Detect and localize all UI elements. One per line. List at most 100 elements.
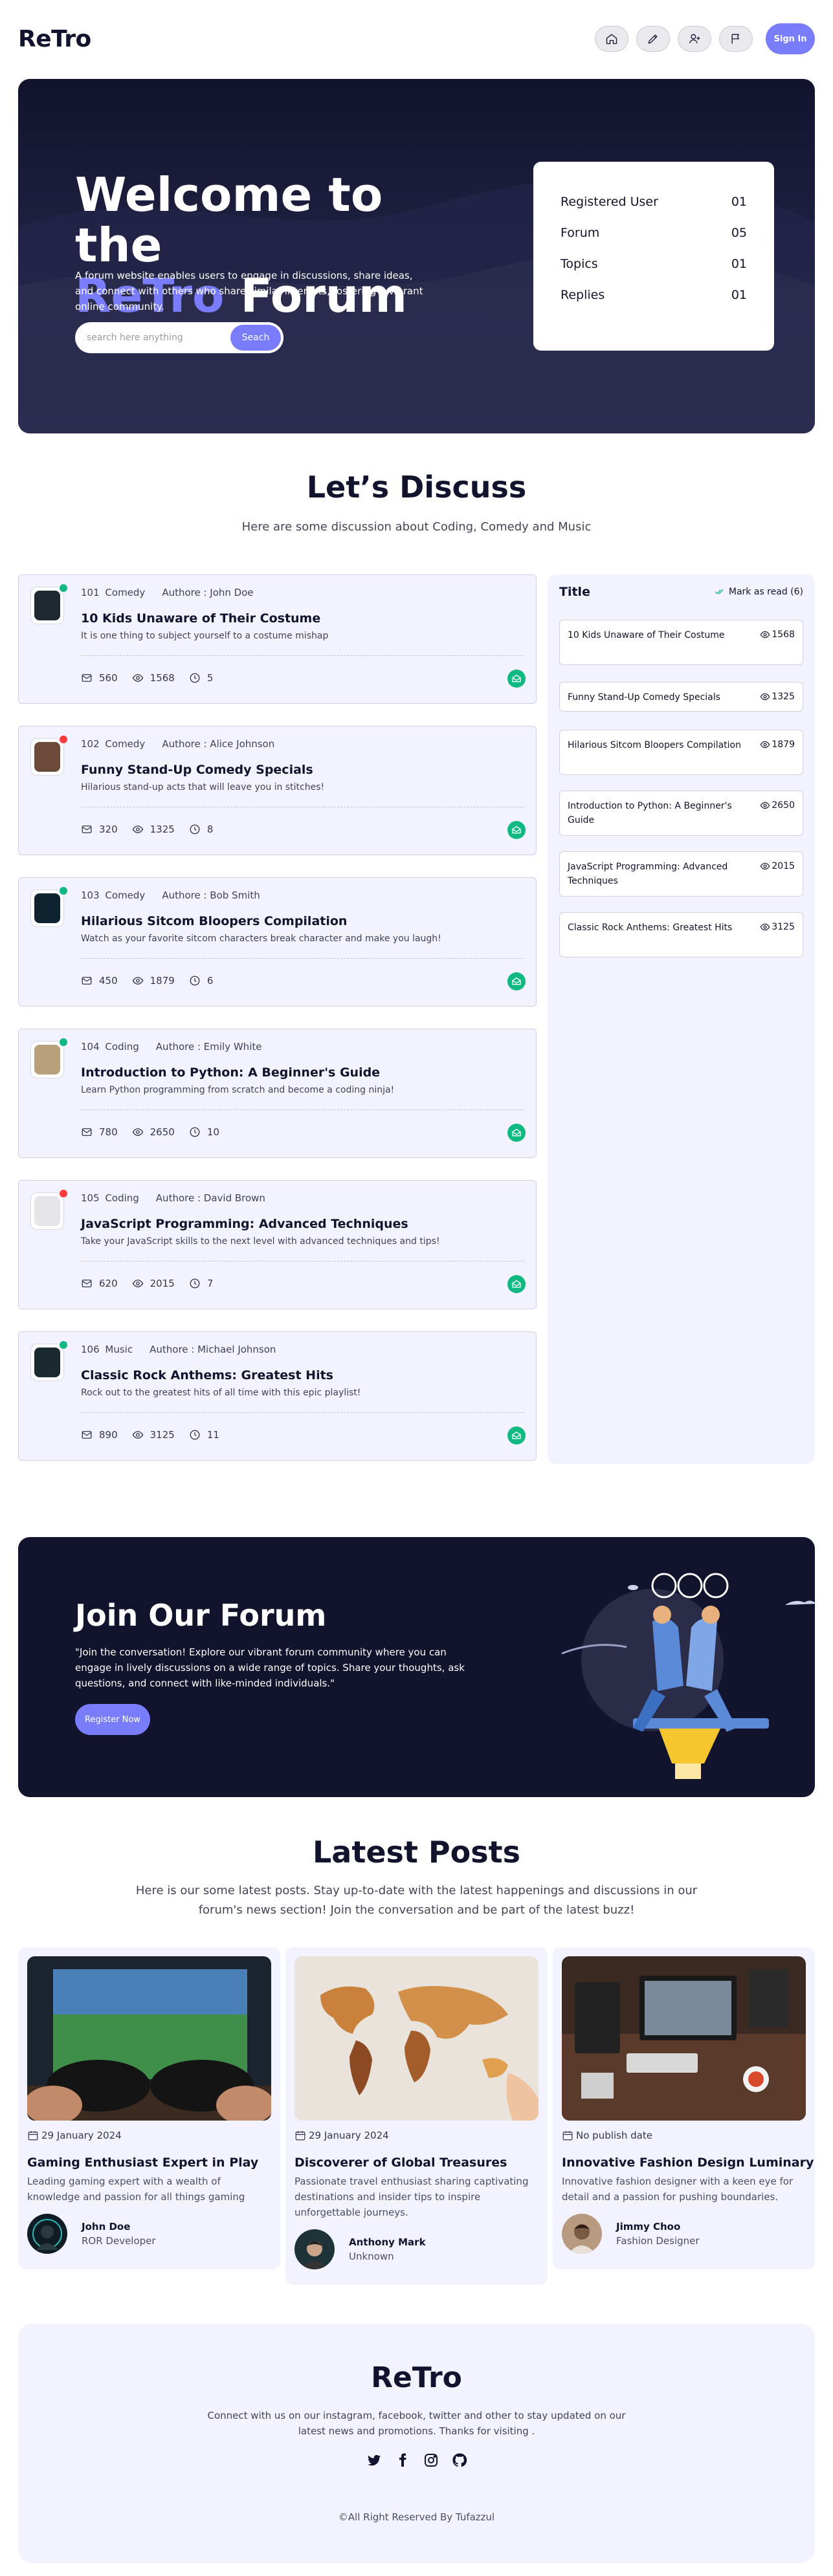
- social-links: [18, 2452, 815, 2469]
- read-list-item[interactable]: Classic Rock Anthems: Greatest Hits 3125: [559, 912, 803, 957]
- flag-icon[interactable]: [719, 26, 753, 52]
- stat-value: 01: [731, 288, 747, 302]
- forum-stats-card: Registered User 01 Forum 05 Topics 01 Re…: [533, 162, 774, 351]
- instagram-icon[interactable]: [423, 2452, 439, 2469]
- card-author: Anthony Mark Unknown: [294, 2229, 426, 2269]
- post-id: 102: [81, 738, 100, 750]
- read-list-item[interactable]: Introduction to Python: A Beginner's Gui…: [559, 791, 803, 836]
- open-mail-icon: [512, 977, 521, 985]
- discussion-post[interactable]: 103 Comedy Authore : Bob Smith Hilarious S…: [18, 877, 537, 1007]
- post-category: Coding: [105, 1041, 139, 1053]
- github-icon[interactable]: [451, 2452, 468, 2469]
- discussion-post[interactable]: 104 Coding Authore : Emily White Introduct…: [18, 1029, 537, 1158]
- stat-label: Registered User: [561, 195, 658, 209]
- post-title[interactable]: JavaScript Programming: Advanced Techniq…: [81, 1217, 408, 1231]
- post-title[interactable]: Funny Stand-Up Comedy Specials: [81, 763, 313, 777]
- mark-as-read-counter: Mark as read (6): [715, 587, 803, 597]
- footer-logo[interactable]: ReTro: [18, 2361, 815, 2394]
- read-list-item[interactable]: Funny Stand-Up Comedy Specials 1325: [559, 682, 803, 712]
- read-time: 6: [206, 975, 214, 987]
- discussion-post[interactable]: 105 Coding Authore : David Brown JavaScrip…: [18, 1180, 537, 1309]
- comment-count: 780: [99, 1126, 118, 1138]
- post-meta: 103 Comedy Authore : Bob Smith: [81, 890, 260, 901]
- mark-read-button[interactable]: [507, 972, 526, 990]
- open-mail-icon: [512, 1280, 521, 1288]
- avatar: [30, 890, 64, 927]
- site-logo[interactable]: ReTro: [18, 26, 91, 52]
- latest-card[interactable]: 29 January 2024 Discoverer of Global Tre…: [285, 1947, 548, 2285]
- mark-read-button[interactable]: [507, 1275, 526, 1293]
- eye-icon: [761, 802, 770, 809]
- author-role: Fashion Designer: [616, 2235, 700, 2247]
- post-title[interactable]: 10 Kids Unaware of Their Costume: [81, 611, 320, 626]
- discussion-post[interactable]: 101 Comedy Authore : John Doe 10 Kids Unaw…: [18, 574, 537, 704]
- divider: [81, 655, 524, 656]
- discuss-subtitle: Here are some discussion about Coding, C…: [241, 520, 592, 534]
- post-title[interactable]: Introduction to Python: A Beginner's Gui…: [81, 1065, 380, 1080]
- add-user-icon[interactable]: [678, 26, 711, 52]
- sidebar-header: Title Mark as read (6): [559, 585, 803, 599]
- card-title: Innovative Fashion Design Luminary: [562, 2156, 814, 2170]
- search-button[interactable]: Seach: [230, 325, 281, 351]
- sign-in-button[interactable]: Sign In: [766, 23, 815, 54]
- mark-read-button[interactable]: [507, 821, 526, 839]
- search-input[interactable]: [87, 333, 230, 343]
- view-count: 2650: [150, 1126, 175, 1138]
- post-meta: 101 Comedy Authore : John Doe: [81, 587, 254, 598]
- read-sidebar: Title Mark as read (6) 10 Kids Unaware o…: [548, 574, 815, 1464]
- card-description: Leading gaming expert with a wealth of k…: [27, 2176, 245, 2203]
- mark-read-button[interactable]: [507, 670, 526, 688]
- pencil-icon[interactable]: [636, 26, 670, 52]
- author-name: Anthony Mark: [349, 2236, 426, 2248]
- card-date-text: 29 January 2024: [41, 2130, 122, 2141]
- post-title[interactable]: Hilarious Sitcom Bloopers Compilation: [81, 914, 347, 928]
- footer: ReTro Connect with us on our instagram, …: [18, 2324, 815, 2563]
- eye-icon: [761, 631, 770, 639]
- avatar: [30, 738, 64, 776]
- post-category: Comedy: [105, 890, 146, 901]
- latest-card[interactable]: 29 January 2024 Gaming Enthusiast Expert…: [18, 1947, 280, 2269]
- read-list-item[interactable]: 10 Kids Unaware of Their Costume 1568: [559, 620, 803, 665]
- register-now-button[interactable]: Register Now: [75, 1704, 150, 1735]
- read-item-view-count: 2015: [772, 861, 795, 871]
- read-item-title: 10 Kids Unaware of Their Costume: [568, 630, 725, 640]
- copyright: ©All Right Reserved By Tufazzul: [338, 2511, 495, 2523]
- avatar: [30, 1192, 64, 1230]
- post-id: 105: [81, 1192, 100, 1204]
- join-banner: Join Our Forum "Join the conversation! E…: [18, 1537, 815, 1797]
- read-item-title: Funny Stand-Up Comedy Specials: [568, 692, 720, 703]
- open-mail-icon: [512, 1431, 521, 1439]
- join-title: Join Our Forum: [75, 1598, 327, 1633]
- discussion-post[interactable]: 106 Music Authore : Michael Johnson Classi…: [18, 1331, 537, 1461]
- message-icon: [82, 977, 92, 985]
- home-icon[interactable]: [595, 26, 628, 52]
- open-mail-icon: [512, 674, 521, 682]
- stat-label: Forum: [561, 226, 600, 240]
- eye-icon: [132, 1280, 143, 1287]
- mark-read-button[interactable]: [507, 1124, 526, 1142]
- eye-icon: [761, 741, 770, 748]
- message-icon: [82, 1431, 92, 1439]
- stat-value: 01: [731, 195, 747, 209]
- divider: [81, 1109, 524, 1110]
- post-category: Music: [105, 1344, 133, 1355]
- eye-icon: [761, 923, 770, 931]
- facebook-icon[interactable]: [394, 2452, 411, 2469]
- mark-as-read-label: Mark as read (6): [728, 587, 803, 597]
- read-list-item[interactable]: Hilarious Sitcom Bloopers Compilation 187…: [559, 730, 803, 775]
- twitter-icon[interactable]: [366, 2452, 383, 2469]
- clock-icon: [190, 673, 200, 683]
- workspace-desk-image: [562, 1956, 806, 2121]
- read-list-item[interactable]: JavaScript Programming: Advanced Techniq…: [559, 851, 803, 897]
- read-item-view-count: 2650: [772, 800, 795, 811]
- avatar: [294, 2229, 335, 2269]
- post-title[interactable]: Classic Rock Anthems: Greatest Hits: [81, 1368, 333, 1382]
- post-meta: 105 Coding Authore : David Brown: [81, 1192, 265, 1204]
- clock-icon: [190, 824, 200, 835]
- post-stats: 320 1325 8: [81, 824, 227, 835]
- read-item-view-count: 1568: [772, 629, 795, 640]
- discussion-post[interactable]: 102 Comedy Authore : Alice Johnson Funny S…: [18, 726, 537, 855]
- mark-read-button[interactable]: [507, 1426, 526, 1445]
- latest-card[interactable]: No publish date Innovative Fashion Desig…: [553, 1947, 815, 2269]
- avatar: [562, 2214, 602, 2254]
